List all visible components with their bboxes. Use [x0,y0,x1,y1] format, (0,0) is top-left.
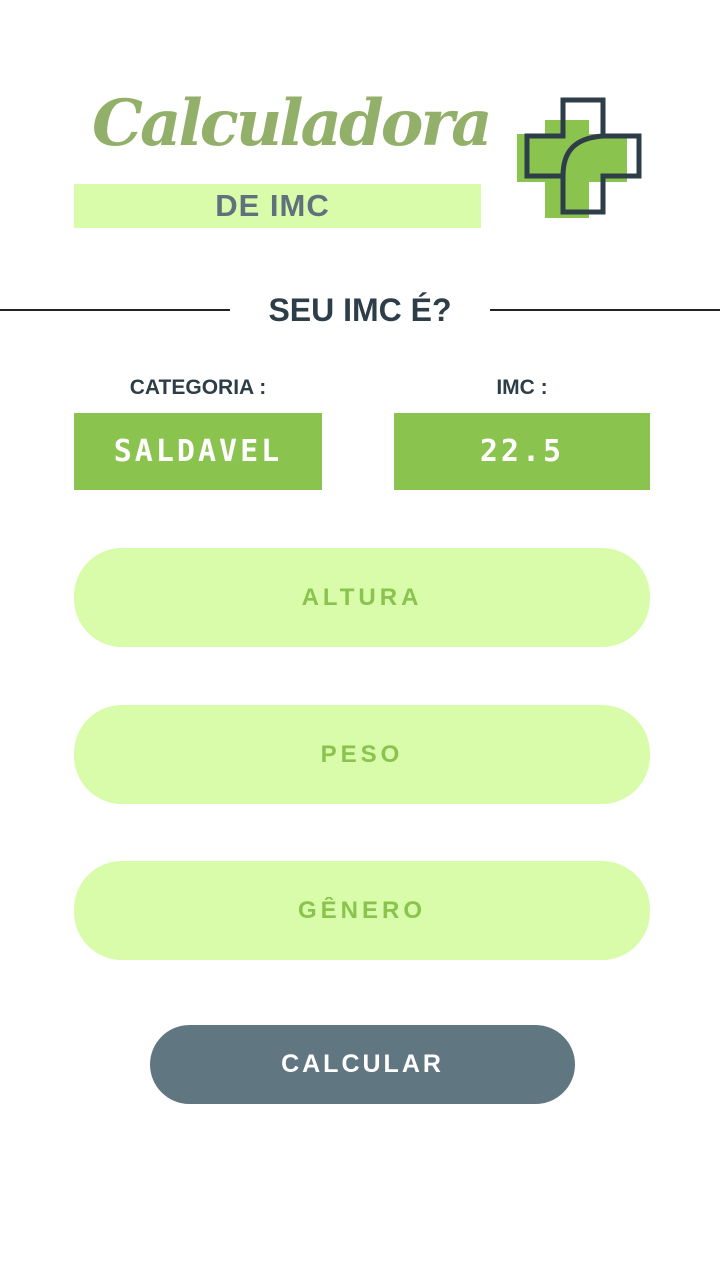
medical-cross-icon [517,97,642,218]
app-title: Calculadora [92,86,493,161]
category-result-box: SALDAVEL [74,413,322,490]
category-value: SALDAVEL [113,434,283,469]
category-label: CATEGORIA : [129,376,267,399]
calculate-button[interactable]: CALCULAR [150,1025,575,1104]
gender-input[interactable] [74,861,650,960]
imc-result-box: 22.5 [394,413,650,490]
imc-label: IMC : [496,376,548,399]
divider-left [0,309,230,311]
result-heading: SEU IMC É? [268,292,452,328]
imc-value: 22.5 [479,434,565,469]
app-subtitle: DE IMC [215,188,330,223]
subtitle-band: DE IMC [74,184,481,228]
weight-input[interactable] [74,705,650,804]
divider-right [490,309,720,311]
height-input[interactable] [74,548,650,647]
